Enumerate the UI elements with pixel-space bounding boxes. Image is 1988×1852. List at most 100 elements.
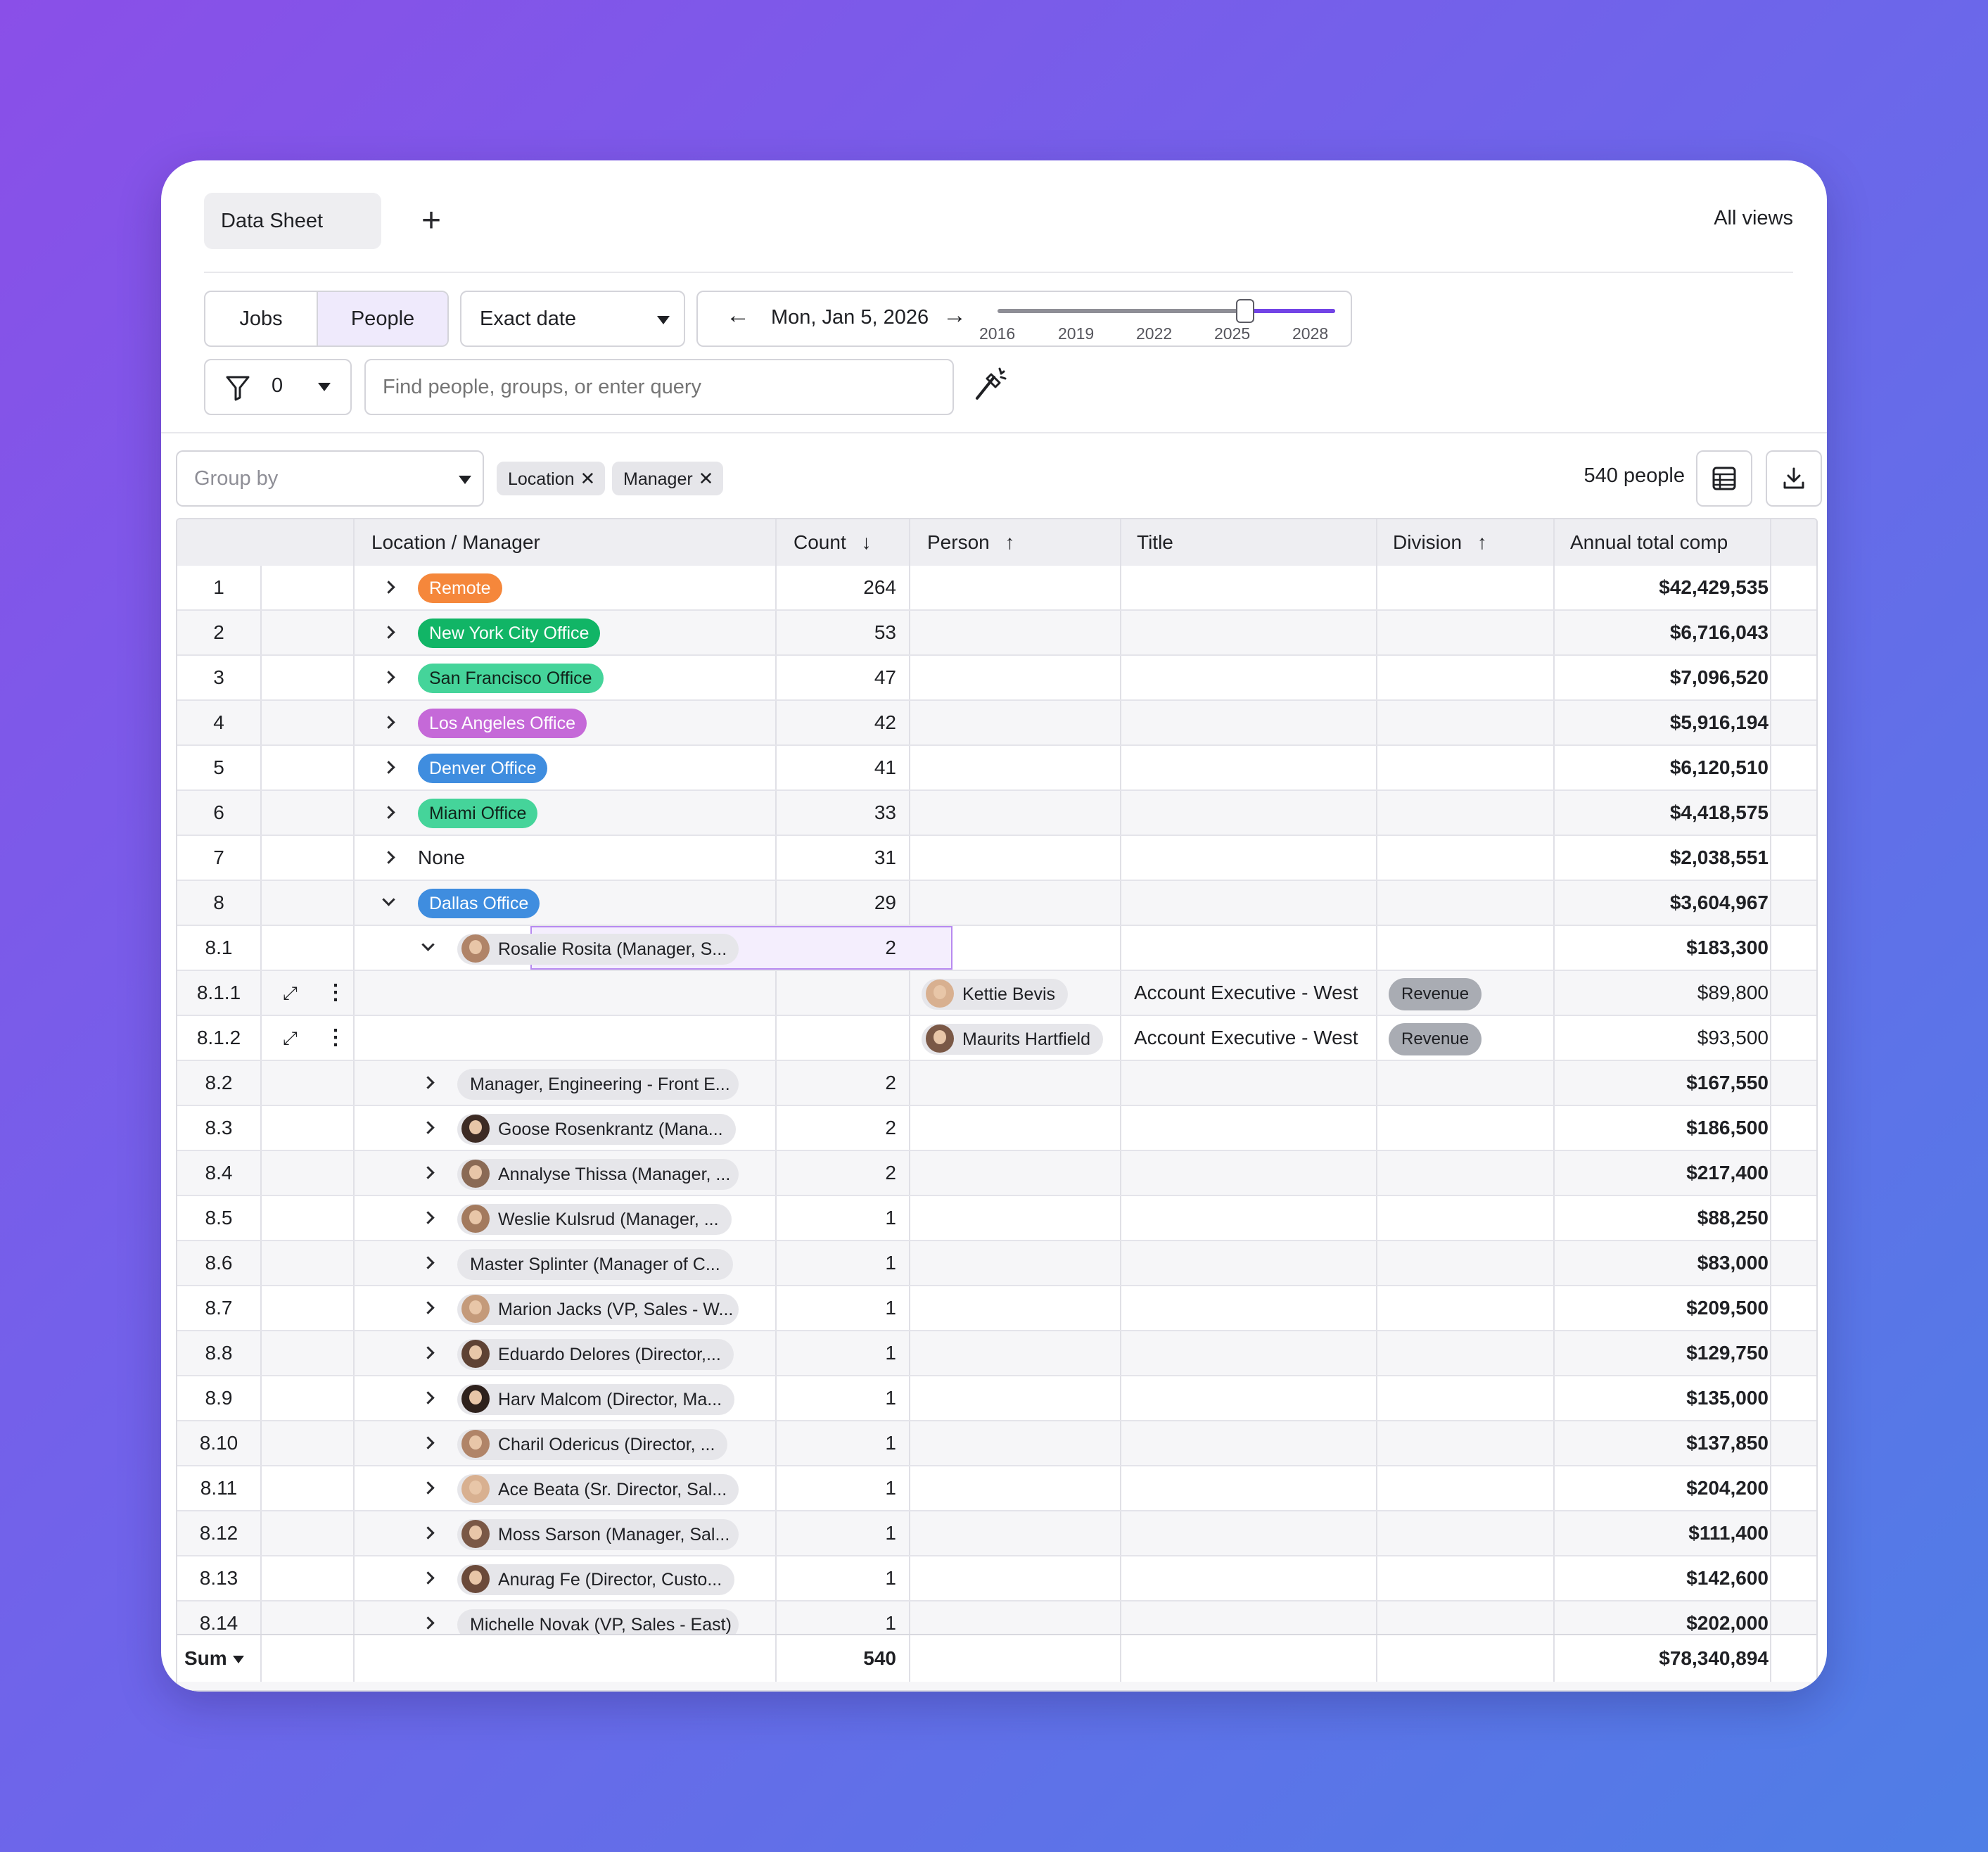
location-pill[interactable]: Denver Office bbox=[418, 754, 548, 783]
download-button[interactable] bbox=[1766, 450, 1822, 507]
manager-pill[interactable]: Weslie Kulsrud (Manager, ... bbox=[457, 1204, 732, 1235]
manager-pill[interactable]: Rosalie Rosita (Manager, S... bbox=[457, 934, 739, 965]
data-grid: Location / Manager Count ↓ Person ↑ Titl… bbox=[176, 518, 1818, 1692]
timeline-slider-thumb[interactable] bbox=[1236, 299, 1254, 323]
group-chip-manager[interactable]: Manager ✕ bbox=[612, 462, 724, 495]
tab-data-sheet[interactable]: Data Sheet bbox=[204, 193, 381, 249]
table-row[interactable]: 8.8 Eduardo Delores (Director,... 1 $129,75… bbox=[177, 1331, 1816, 1376]
table-row[interactable]: 8.4 Annalyse Thissa (Manager, ... 2 $217,40… bbox=[177, 1151, 1816, 1196]
magic-wand-icon[interactable] bbox=[970, 364, 1009, 404]
chevron-right-icon[interactable] bbox=[382, 626, 395, 639]
table-row[interactable]: 8.13 Anurag Fe (Director, Custo... 1 $142,6… bbox=[177, 1556, 1816, 1602]
chevron-right-icon[interactable] bbox=[382, 851, 395, 864]
chevron-right-icon[interactable] bbox=[382, 761, 395, 774]
chevron-right-icon[interactable] bbox=[382, 716, 395, 729]
table-row[interactable]: 2 New York City Office 53 $6,716,043 bbox=[177, 611, 1816, 656]
prev-date-button[interactable]: ← bbox=[726, 302, 750, 329]
toggle-jobs[interactable]: Jobs bbox=[205, 292, 317, 345]
table-row[interactable]: 8 Dallas Office 29 $3,604,967 bbox=[177, 881, 1816, 926]
manager-pill[interactable]: Manager, Engineering - Front E... bbox=[457, 1069, 739, 1100]
next-date-button[interactable]: → bbox=[943, 302, 967, 329]
remove-chip-icon[interactable]: ✕ bbox=[580, 468, 596, 489]
table-row[interactable]: 8.9 Harv Malcom (Director, Ma... 1 $135,000 bbox=[177, 1376, 1816, 1421]
table-row[interactable]: 8.1.2 ⤢ ⋮ Maurits Hartfield Account Executiv… bbox=[177, 1016, 1816, 1061]
count-cell: 1 bbox=[885, 1477, 896, 1499]
filter-button[interactable]: 0 bbox=[204, 359, 352, 415]
column-header-title[interactable]: Title bbox=[1137, 519, 1173, 566]
chevron-right-icon[interactable] bbox=[382, 806, 395, 819]
location-pill[interactable]: Dallas Office bbox=[418, 889, 540, 918]
table-row[interactable]: 8.12 Moss Sarson (Manager, Sal... 1 $111,40… bbox=[177, 1511, 1816, 1556]
manager-pill[interactable]: Marion Jacks (VP, Sales - W... bbox=[457, 1294, 739, 1325]
chevron-right-icon[interactable] bbox=[421, 1571, 435, 1585]
column-header-person[interactable]: Person ↑ bbox=[927, 519, 1015, 566]
location-pill[interactable]: Remote bbox=[418, 573, 502, 603]
manager-pill[interactable]: Master Splinter (Manager of C... bbox=[457, 1249, 733, 1280]
manager-pill[interactable]: Ace Beata (Sr. Director, Sal... bbox=[457, 1474, 739, 1505]
table-row[interactable]: 8.10 Charil Odericus (Director, ... 1 $137,… bbox=[177, 1421, 1816, 1466]
chevron-right-icon[interactable] bbox=[421, 1481, 435, 1495]
expand-row-icon[interactable]: ⤢ bbox=[283, 971, 298, 1015]
table-row[interactable]: 1 Remote 264 $42,429,535 bbox=[177, 566, 1816, 611]
row-menu-icon[interactable]: ⋮ bbox=[325, 1016, 346, 1060]
chevron-right-icon[interactable] bbox=[421, 1391, 435, 1404]
chevron-down-icon[interactable] bbox=[421, 938, 435, 951]
manager-pill[interactable]: Harv Malcom (Director, Ma... bbox=[457, 1384, 735, 1415]
person-pill[interactable]: Maurits Hartfield bbox=[922, 1024, 1103, 1055]
toggle-people[interactable]: People bbox=[317, 292, 447, 345]
group-by-select[interactable]: Group by bbox=[176, 450, 484, 507]
manager-pill[interactable]: Moss Sarson (Manager, Sal... bbox=[457, 1519, 739, 1550]
table-row[interactable]: 8.7 Marion Jacks (VP, Sales - W... 1 $209,5… bbox=[177, 1286, 1816, 1331]
location-pill[interactable]: Los Angeles Office bbox=[418, 709, 587, 738]
chevron-right-icon[interactable] bbox=[421, 1301, 435, 1314]
table-row[interactable]: 8.11 Ace Beata (Sr. Director, Sal... 1 $204… bbox=[177, 1466, 1816, 1511]
all-views-link[interactable]: All views bbox=[1714, 207, 1793, 230]
group-chip-location[interactable]: Location ✕ bbox=[497, 462, 606, 495]
chevron-right-icon[interactable] bbox=[421, 1616, 435, 1630]
manager-pill[interactable]: Charil Odericus (Director, ... bbox=[457, 1429, 728, 1460]
expand-row-icon[interactable]: ⤢ bbox=[283, 1016, 298, 1060]
remove-chip-icon[interactable]: ✕ bbox=[699, 468, 714, 489]
manager-pill[interactable]: Eduardo Delores (Director,... bbox=[457, 1339, 734, 1370]
table-row[interactable]: 8.2 Manager, Engineering - Front E... 2 $16… bbox=[177, 1061, 1816, 1106]
chevron-right-icon[interactable] bbox=[421, 1211, 435, 1224]
sum-aggregate-select[interactable]: Sum bbox=[184, 1635, 244, 1682]
location-pill[interactable]: Miami Office bbox=[418, 799, 538, 828]
chevron-down-icon[interactable] bbox=[382, 893, 395, 906]
chevron-right-icon[interactable] bbox=[382, 581, 395, 594]
year-tick: 2025 bbox=[1214, 324, 1251, 343]
location-pill[interactable]: New York City Office bbox=[418, 619, 601, 648]
chevron-right-icon[interactable] bbox=[421, 1256, 435, 1269]
manager-pill[interactable]: Annalyse Thissa (Manager, ... bbox=[457, 1159, 739, 1190]
table-row[interactable]: 8.3 Goose Rosenkrantz (Mana... 2 $186,500 bbox=[177, 1106, 1816, 1151]
manager-pill[interactable]: Goose Rosenkrantz (Mana... bbox=[457, 1114, 736, 1145]
column-header-annual-total-comp[interactable]: Annual total comp bbox=[1570, 519, 1728, 566]
chevron-right-icon[interactable] bbox=[421, 1166, 435, 1179]
manager-pill[interactable]: Anurag Fe (Director, Custo... bbox=[457, 1564, 735, 1595]
chevron-right-icon[interactable] bbox=[421, 1526, 435, 1540]
date-mode-select[interactable]: Exact date bbox=[460, 291, 685, 347]
chevron-right-icon[interactable] bbox=[382, 671, 395, 684]
table-row[interactable]: 4 Los Angeles Office 42 $5,916,194 bbox=[177, 701, 1816, 746]
table-row[interactable]: 8.1 Rosalie Rosita (Manager, S... 2 $183,30… bbox=[177, 926, 1816, 971]
table-row[interactable]: 5 Denver Office 41 $6,120,510 bbox=[177, 746, 1816, 791]
chevron-right-icon[interactable] bbox=[421, 1346, 435, 1359]
table-row[interactable]: 6 Miami Office 33 $4,418,575 bbox=[177, 791, 1816, 836]
table-row[interactable]: 8.5 Weslie Kulsrud (Manager, ... 1 $88,250 bbox=[177, 1196, 1816, 1241]
table-row[interactable]: 3 San Francisco Office 47 $7,096,520 bbox=[177, 656, 1816, 701]
column-header-location-manager[interactable]: Location / Manager bbox=[371, 519, 540, 566]
table-row[interactable]: 8.6 Master Splinter (Manager of C... 1 $83,… bbox=[177, 1241, 1816, 1286]
table-row[interactable]: 7 None 31 $2,038,551 bbox=[177, 836, 1816, 881]
chevron-right-icon[interactable] bbox=[421, 1121, 435, 1134]
table-row[interactable]: 8.1.1 ⤢ ⋮ Kettie Bevis Account Executive - W… bbox=[177, 971, 1816, 1016]
row-menu-icon[interactable]: ⋮ bbox=[325, 971, 346, 1015]
add-tab-button[interactable]: + bbox=[414, 200, 448, 242]
person-pill[interactable]: Kettie Bevis bbox=[922, 979, 1069, 1010]
chevron-right-icon[interactable] bbox=[421, 1076, 435, 1089]
table-view-button[interactable] bbox=[1696, 450, 1752, 507]
column-header-count[interactable]: Count ↓ bbox=[794, 519, 872, 566]
chevron-right-icon[interactable] bbox=[421, 1436, 435, 1450]
search-input[interactable] bbox=[364, 359, 954, 415]
location-pill[interactable]: San Francisco Office bbox=[418, 664, 604, 693]
column-header-division[interactable]: Division ↑ bbox=[1393, 519, 1487, 566]
